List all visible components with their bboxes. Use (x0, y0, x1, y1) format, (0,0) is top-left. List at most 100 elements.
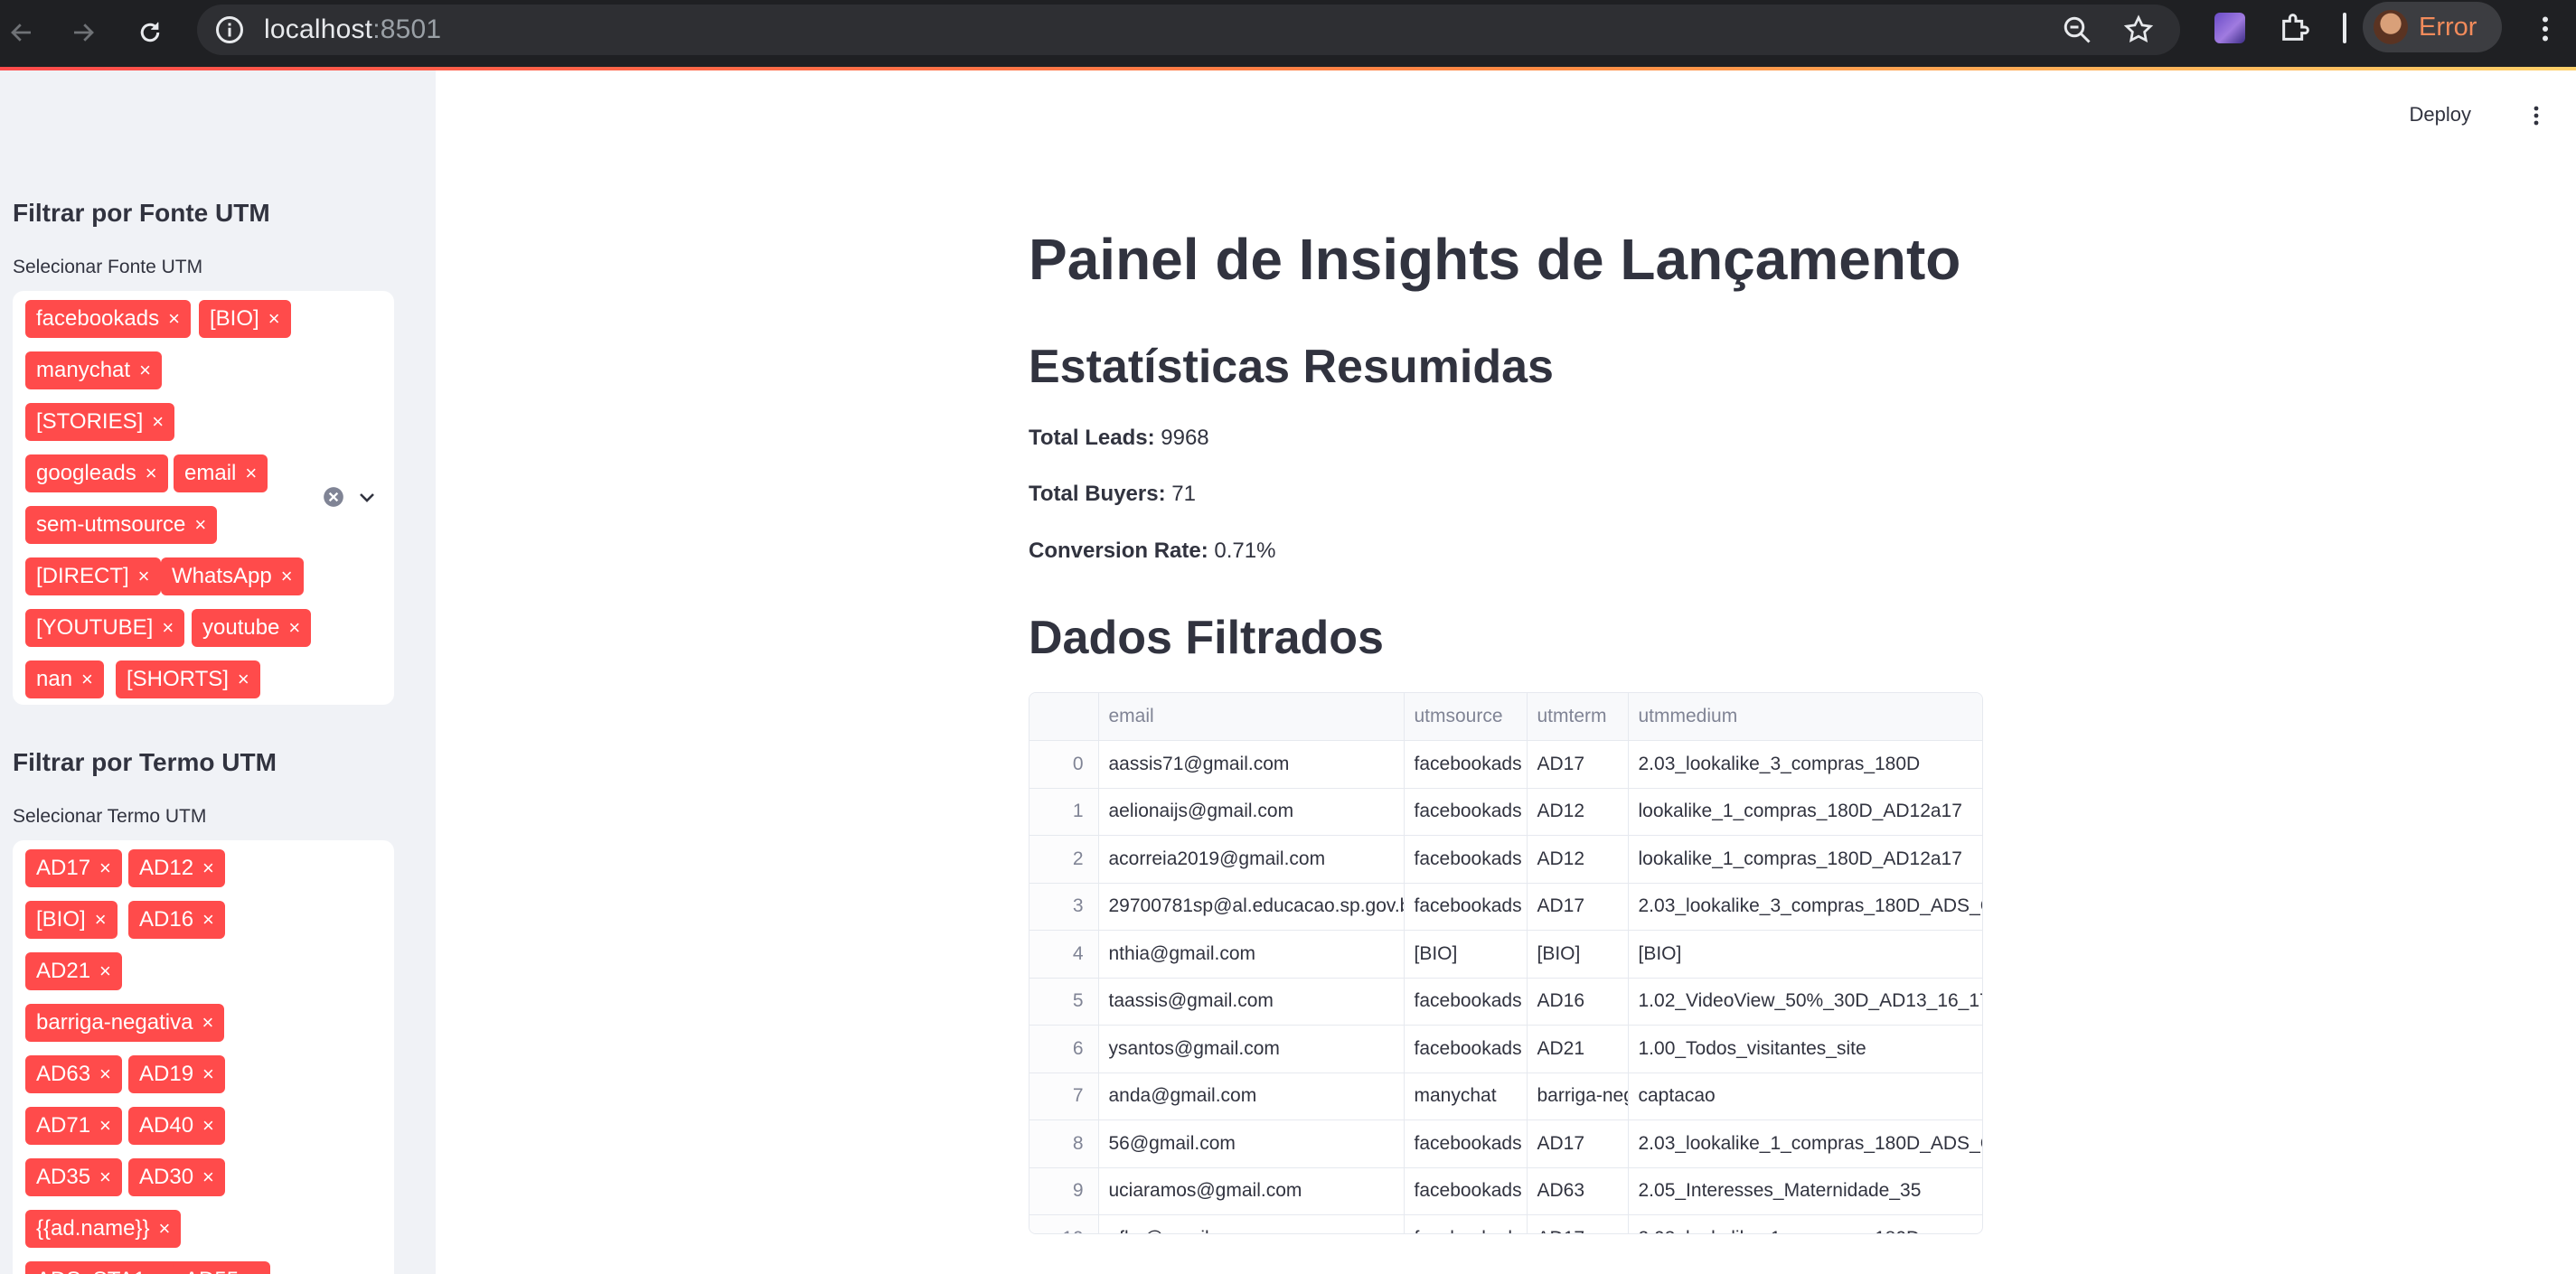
column-header[interactable]: utmsource (1404, 693, 1528, 741)
remove-tag-icon[interactable]: × (99, 1166, 111, 1189)
term-tag[interactable]: AD12 × (128, 849, 225, 887)
remove-tag-icon[interactable]: × (168, 307, 180, 331)
term-tag[interactable]: ADS_STA1...× (25, 1261, 195, 1274)
remove-tag-icon[interactable]: × (152, 410, 164, 434)
remove-tag-icon[interactable]: × (162, 616, 174, 640)
data-table[interactable]: email utmsource utmterm utmmedium 0 aassis71… (1029, 692, 1983, 1234)
table-cell: 56@gmail.com (1098, 1119, 1405, 1168)
table-row[interactable]: 6 ysantos@gmail.com facebookads AD21 1.00_To… (1029, 1025, 1982, 1073)
column-header[interactable]: utmmedium (1628, 693, 1982, 741)
clear-all-icon[interactable] (322, 485, 345, 509)
row-index: 8 (1029, 1119, 1099, 1168)
term-tag[interactable]: AD71 × (25, 1107, 122, 1145)
remove-tag-icon[interactable]: × (202, 1114, 214, 1138)
term-tag[interactable]: AD16 × (128, 901, 225, 939)
remove-tag-icon[interactable]: × (202, 908, 214, 932)
source-tag[interactable]: [DIRECT] × (25, 557, 161, 595)
term-tag[interactable]: {{ad.name}} × (25, 1210, 182, 1248)
tag-label: [DIRECT] (36, 564, 129, 588)
source-tag[interactable]: WhatsApp × (161, 557, 304, 595)
table-row[interactable]: 2 acorreia2019@gmail.com facebookads AD12 lo… (1029, 835, 1982, 884)
table-cell: facebookads (1404, 1119, 1528, 1168)
table-row[interactable]: 3 29700781sp@al.educacao.sp.gov.br faceboo… (1029, 883, 1982, 931)
column-header[interactable]: utmterm (1527, 693, 1629, 741)
table-cell: facebookads (1404, 788, 1528, 836)
source-tag[interactable]: manychat × (25, 351, 162, 389)
remove-tag-icon[interactable]: × (281, 565, 293, 588)
remove-tag-icon[interactable]: × (146, 462, 157, 485)
table-cell: AD12 (1527, 835, 1629, 884)
table-row[interactable]: 4 nthia@gmail.com [BIO] [BIO] [BIO] (1029, 930, 1982, 979)
remove-tag-icon[interactable]: × (99, 1114, 111, 1138)
site-info-icon[interactable] (213, 14, 246, 46)
term-tag[interactable]: AD55 × (174, 1261, 270, 1274)
term-tag[interactable]: AD21 × (25, 952, 122, 990)
remove-tag-icon[interactable]: × (99, 960, 111, 983)
remove-tag-icon[interactable]: × (202, 1166, 214, 1189)
source-tag[interactable]: sem-utmsource × (25, 506, 218, 544)
remove-tag-icon[interactable]: × (138, 565, 150, 588)
table-row[interactable]: 5 taassis@gmail.com facebookads AD16 1.02_Vi… (1029, 978, 1982, 1026)
zoom-icon[interactable] (2061, 14, 2093, 46)
remove-tag-icon[interactable]: × (158, 1217, 170, 1241)
remove-tag-icon[interactable]: × (202, 857, 214, 880)
remove-tag-icon[interactable]: × (99, 1063, 111, 1086)
table-row[interactable]: 10afl...@gmail.comfacebookadsAD172.03_lo… (1029, 1214, 1982, 1233)
remove-tag-icon[interactable]: × (202, 1011, 213, 1035)
remove-tag-icon[interactable]: × (238, 668, 249, 691)
table-row[interactable]: 9 uciaramos@gmail.com facebookads AD63 2.05_… (1029, 1167, 1982, 1215)
term-tag[interactable]: [BIO] × (25, 901, 118, 939)
table-row[interactable]: 0 aassis71@gmail.com facebookads AD17 2.03_l… (1029, 740, 1982, 789)
browser-menu-icon[interactable] (2529, 11, 2562, 47)
back-arrow-icon (11, 23, 31, 42)
source-tag[interactable]: [STORIES] × (25, 403, 175, 441)
remove-tag-icon[interactable]: × (99, 857, 111, 880)
term-multiselect[interactable]: AD17 × AD12 × [BIO] × AD16 × AD21 × barriga-negati… (13, 840, 394, 1274)
main-menu-icon[interactable] (2531, 105, 2542, 126)
extension-icon[interactable] (2214, 13, 2245, 43)
remove-tag-icon[interactable]: × (248, 1269, 259, 1274)
source-tag[interactable]: facebookads × (25, 300, 191, 338)
chevron-down-icon[interactable] (356, 486, 378, 508)
term-tag[interactable]: AD30 × (128, 1158, 225, 1196)
remove-tag-icon[interactable]: × (288, 616, 300, 640)
source-tag[interactable]: email × (174, 454, 268, 492)
deploy-button[interactable]: Deploy (2410, 103, 2471, 126)
column-header[interactable] (1029, 693, 1099, 741)
extensions-puzzle-icon[interactable] (2278, 9, 2314, 45)
table-cell: facebookads (1404, 1167, 1528, 1215)
term-tag[interactable]: AD40 × (128, 1107, 225, 1145)
row-index: 9 (1029, 1167, 1099, 1215)
source-tag[interactable]: googleads × (25, 454, 168, 492)
term-tag[interactable]: AD63 × (25, 1055, 122, 1093)
column-header[interactable]: email (1098, 693, 1405, 741)
remove-tag-icon[interactable]: × (268, 307, 280, 331)
remove-tag-icon[interactable]: × (245, 462, 257, 485)
term-tag[interactable]: barriga-negativa × (25, 1004, 225, 1042)
source-tag[interactable]: [SHORTS] × (116, 660, 260, 698)
term-tag[interactable]: AD17 × (25, 849, 122, 887)
reload-button[interactable] (130, 13, 170, 52)
term-tag[interactable]: AD19 × (128, 1055, 225, 1093)
remove-tag-icon[interactable]: × (194, 513, 206, 537)
table-row[interactable]: 1 aelionaijs@gmail.com facebookads AD12 look… (1029, 788, 1982, 836)
remove-tag-icon[interactable]: × (81, 668, 93, 691)
conversion-rate-stat: Conversion Rate: 0.71% (1029, 539, 1276, 563)
back-button[interactable] (2, 13, 42, 52)
source-tag[interactable]: nan × (25, 660, 104, 698)
table-cell: facebookads (1404, 978, 1528, 1026)
remove-tag-icon[interactable]: × (95, 908, 107, 932)
source-tag[interactable]: [BIO] × (199, 300, 291, 338)
table-row[interactable]: 8 56@gmail.com facebookads AD17 2.03_lookali… (1029, 1119, 1982, 1168)
source-multiselect[interactable]: facebookads × [BIO] × manychat × [STORIES] × goo… (13, 291, 394, 705)
term-tag[interactable]: AD35 × (25, 1158, 122, 1196)
remove-tag-icon[interactable]: × (139, 359, 151, 382)
address-bar[interactable]: localhost:8501 (197, 5, 2180, 55)
table-row[interactable]: 7 anda@gmail.com manychat barriga-neg captac… (1029, 1073, 1982, 1120)
source-tag[interactable]: youtube × (192, 609, 312, 647)
profile-button[interactable]: Error (2363, 2, 2502, 52)
forward-button[interactable] (63, 13, 103, 52)
remove-tag-icon[interactable]: × (202, 1063, 214, 1086)
source-tag[interactable]: [YOUTUBE] × (25, 609, 185, 647)
bookmark-star-icon[interactable] (2122, 14, 2155, 46)
